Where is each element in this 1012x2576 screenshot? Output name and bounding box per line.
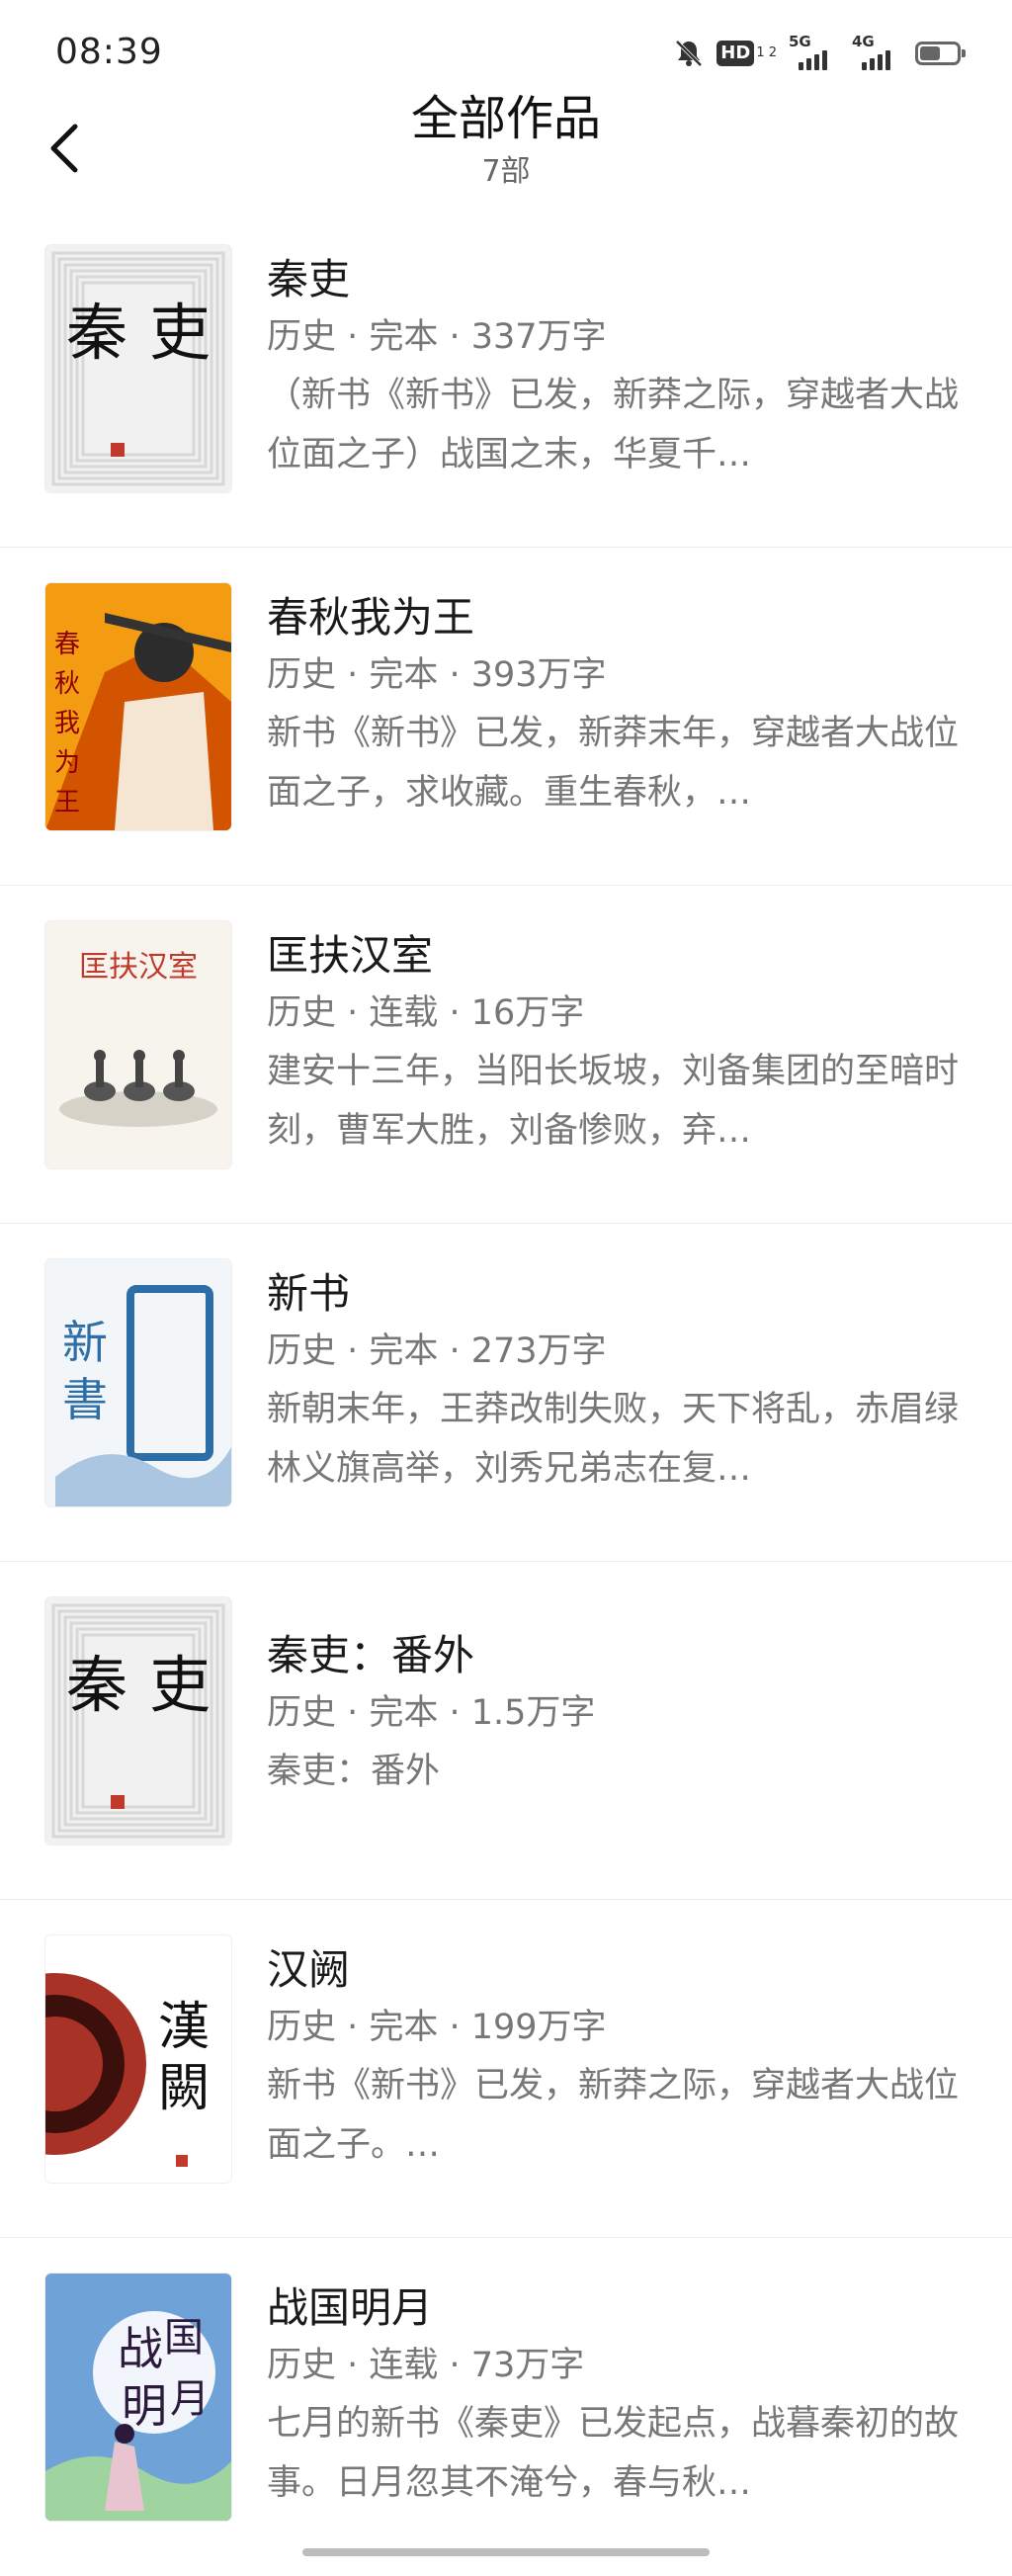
- battery-icon: [915, 42, 966, 65]
- book-item[interactable]: 漢闕 汉阙 历史 · 完本 · 199万字 新书《新书》已发，新莽之际，穿越者大…: [0, 1900, 1012, 2238]
- book-info: 秦吏：番外 历史 · 完本 · 1.5万字 秦吏：番外: [267, 1629, 969, 1801]
- book-title: 春秋我为王: [267, 593, 475, 642]
- svg-text:吏: 吏: [149, 1649, 211, 1721]
- book-cover-art: 秦吏: [45, 245, 231, 492]
- svg-text:国: 国: [164, 2315, 204, 2361]
- book-list: 秦吏 秦吏 历史 · 完本 · 337万字 （新书《新书》已发，新莽之际，穿越者…: [0, 210, 1012, 2576]
- book-meta: 历史 · 完本 · 1.5万字: [267, 1693, 596, 1733]
- page-title: 全部作品: [410, 91, 601, 146]
- book-title: 秦吏: [267, 255, 351, 303]
- book-item[interactable]: 新書 新书 历史 · 完本 · 273万字 新朝末年，王莽改制失败，天下将乱，赤…: [0, 1224, 1012, 1562]
- status-icons: HD 1 2 5G 4G: [673, 33, 966, 73]
- book-info: 战国明月 历史 · 连载 · 73万字 七月的新书《秦吏》已发起点，战暮秦初的故…: [267, 2281, 969, 2513]
- book-item[interactable]: 秦吏 秦吏 历史 · 完本 · 337万字 （新书《新书》已发，新莽之际，穿越者…: [0, 210, 1012, 548]
- book-cover-art: 匡扶汉室: [45, 921, 231, 1168]
- svg-text:为: 为: [54, 748, 80, 778]
- book-description: 七月的新书《秦吏》已发起点，战暮秦初的故事。日月忽其不淹兮，春与秋…: [267, 2404, 960, 2503]
- book-description: （新书《新书》已发，新莽之际，穿越者大战位面之子）战国之末，华夏千…: [267, 376, 960, 474]
- book-title: 新书: [267, 1269, 351, 1318]
- book-meta: 历史 · 完本 · 199万字: [267, 2008, 607, 2047]
- book-cover: 匡扶汉室: [45, 921, 231, 1168]
- svg-text:月: 月: [170, 2376, 210, 2422]
- book-item[interactable]: 战国明月 战国明月 历史 · 连载 · 73万字 七月的新书《秦吏》已发起点，战…: [0, 2238, 1012, 2576]
- book-cover-art: 战国明月: [45, 2274, 231, 2521]
- svg-text:秋: 秋: [54, 669, 80, 699]
- svg-text:匡扶汉室: 匡扶汉室: [79, 950, 198, 985]
- page-subtitle: 7部: [481, 154, 531, 189]
- book-title: 汉阙: [267, 1945, 351, 1994]
- book-info: 新书 历史 · 完本 · 273万字 新朝末年，王莽改制失败，天下将乱，赤眉绿林…: [267, 1267, 969, 1499]
- book-cover: 战国明月: [45, 2274, 231, 2521]
- book-title: 秦吏：番外: [267, 1631, 475, 1679]
- 4g-signal-icon: 4G: [852, 33, 903, 70]
- book-meta: 历史 · 完本 · 393万字: [267, 655, 607, 695]
- svg-text:吏: 吏: [149, 297, 211, 369]
- book-description: 建安十三年，当阳长坂坡，刘备集团的至暗时刻，曹军大胜，刘备惨败，弃…: [267, 1052, 960, 1151]
- book-cover-art: 秦吏: [45, 1597, 231, 1845]
- book-cover: 春秋我为王: [45, 583, 231, 830]
- book-info: 匡扶汉室 历史 · 连载 · 16万字 建安十三年，当阳长坂坡，刘备集团的至暗时…: [267, 929, 969, 1160]
- 5g-signal-icon: 5G: [789, 33, 840, 70]
- svg-text:秦: 秦: [66, 1649, 127, 1721]
- svg-text:書: 書: [62, 1373, 108, 1426]
- svg-text:闕: 闕: [158, 2059, 210, 2118]
- book-meta: 历史 · 完本 · 273万字: [267, 1331, 607, 1371]
- book-info: 秦吏 历史 · 完本 · 337万字 （新书《新书》已发，新莽之际，穿越者大战位…: [267, 253, 969, 484]
- book-title: 战国明月: [267, 2283, 434, 2332]
- book-description: 新朝末年，王莽改制失败，天下将乱，赤眉绿林义旗高举，刘秀兄弟志在复…: [267, 1390, 960, 1489]
- book-info: 春秋我为王 历史 · 完本 · 393万字 新书《新书》已发，新莽末年，穿越者大…: [267, 591, 969, 822]
- book-cover-art: 新書: [45, 1259, 231, 1506]
- home-indicator[interactable]: [302, 2548, 710, 2556]
- book-cover: 新書: [45, 1259, 231, 1506]
- book-cover: 漢闕: [45, 1935, 231, 2183]
- svg-text:漢: 漢: [158, 1998, 210, 2057]
- book-meta: 历史 · 连载 · 73万字: [267, 2346, 585, 2385]
- book-cover-art: 漢闕: [45, 1935, 231, 2183]
- book-meta: 历史 · 连载 · 16万字: [267, 993, 585, 1033]
- svg-text:王: 王: [54, 788, 80, 817]
- book-info: 汉阙 历史 · 完本 · 199万字 新书《新书》已发，新莽之际，穿越者大战位面…: [267, 1943, 969, 2175]
- book-description: 秦吏：番外: [267, 1752, 441, 1791]
- svg-text:我: 我: [54, 709, 80, 738]
- book-description: 新书《新书》已发，新莽之际，穿越者大战位面之子。…: [267, 2066, 960, 2165]
- svg-text:秦: 秦: [66, 297, 127, 369]
- hd-icon: HD 1 2: [717, 41, 777, 66]
- book-item[interactable]: 匡扶汉室 匡扶汉室 历史 · 连载 · 16万字 建安十三年，当阳长坂坡，刘备集…: [0, 886, 1012, 1224]
- svg-text:新: 新: [62, 1316, 108, 1369]
- status-time: 08:39: [55, 32, 163, 72]
- bell-off-icon: [673, 38, 705, 69]
- svg-text:战: 战: [118, 2322, 163, 2375]
- book-item[interactable]: 春秋我为王 春秋我为王 历史 · 完本 · 393万字 新书《新书》已发，新莽末…: [0, 548, 1012, 886]
- book-description: 新书《新书》已发，新莽末年，穿越者大战位面之子，求收藏。重生春秋，…: [267, 714, 960, 813]
- book-title: 匡扶汉室: [267, 931, 434, 980]
- book-cover: 秦吏: [45, 1597, 231, 1845]
- book-cover: 秦吏: [45, 245, 231, 492]
- svg-text:春: 春: [54, 630, 80, 659]
- book-meta: 历史 · 完本 · 337万字: [267, 317, 607, 357]
- header: 全部作品 7部: [0, 89, 1012, 208]
- book-cover-art: 春秋我为王: [45, 583, 231, 830]
- book-item[interactable]: 秦吏 秦吏：番外 历史 · 完本 · 1.5万字 秦吏：番外: [0, 1562, 1012, 1900]
